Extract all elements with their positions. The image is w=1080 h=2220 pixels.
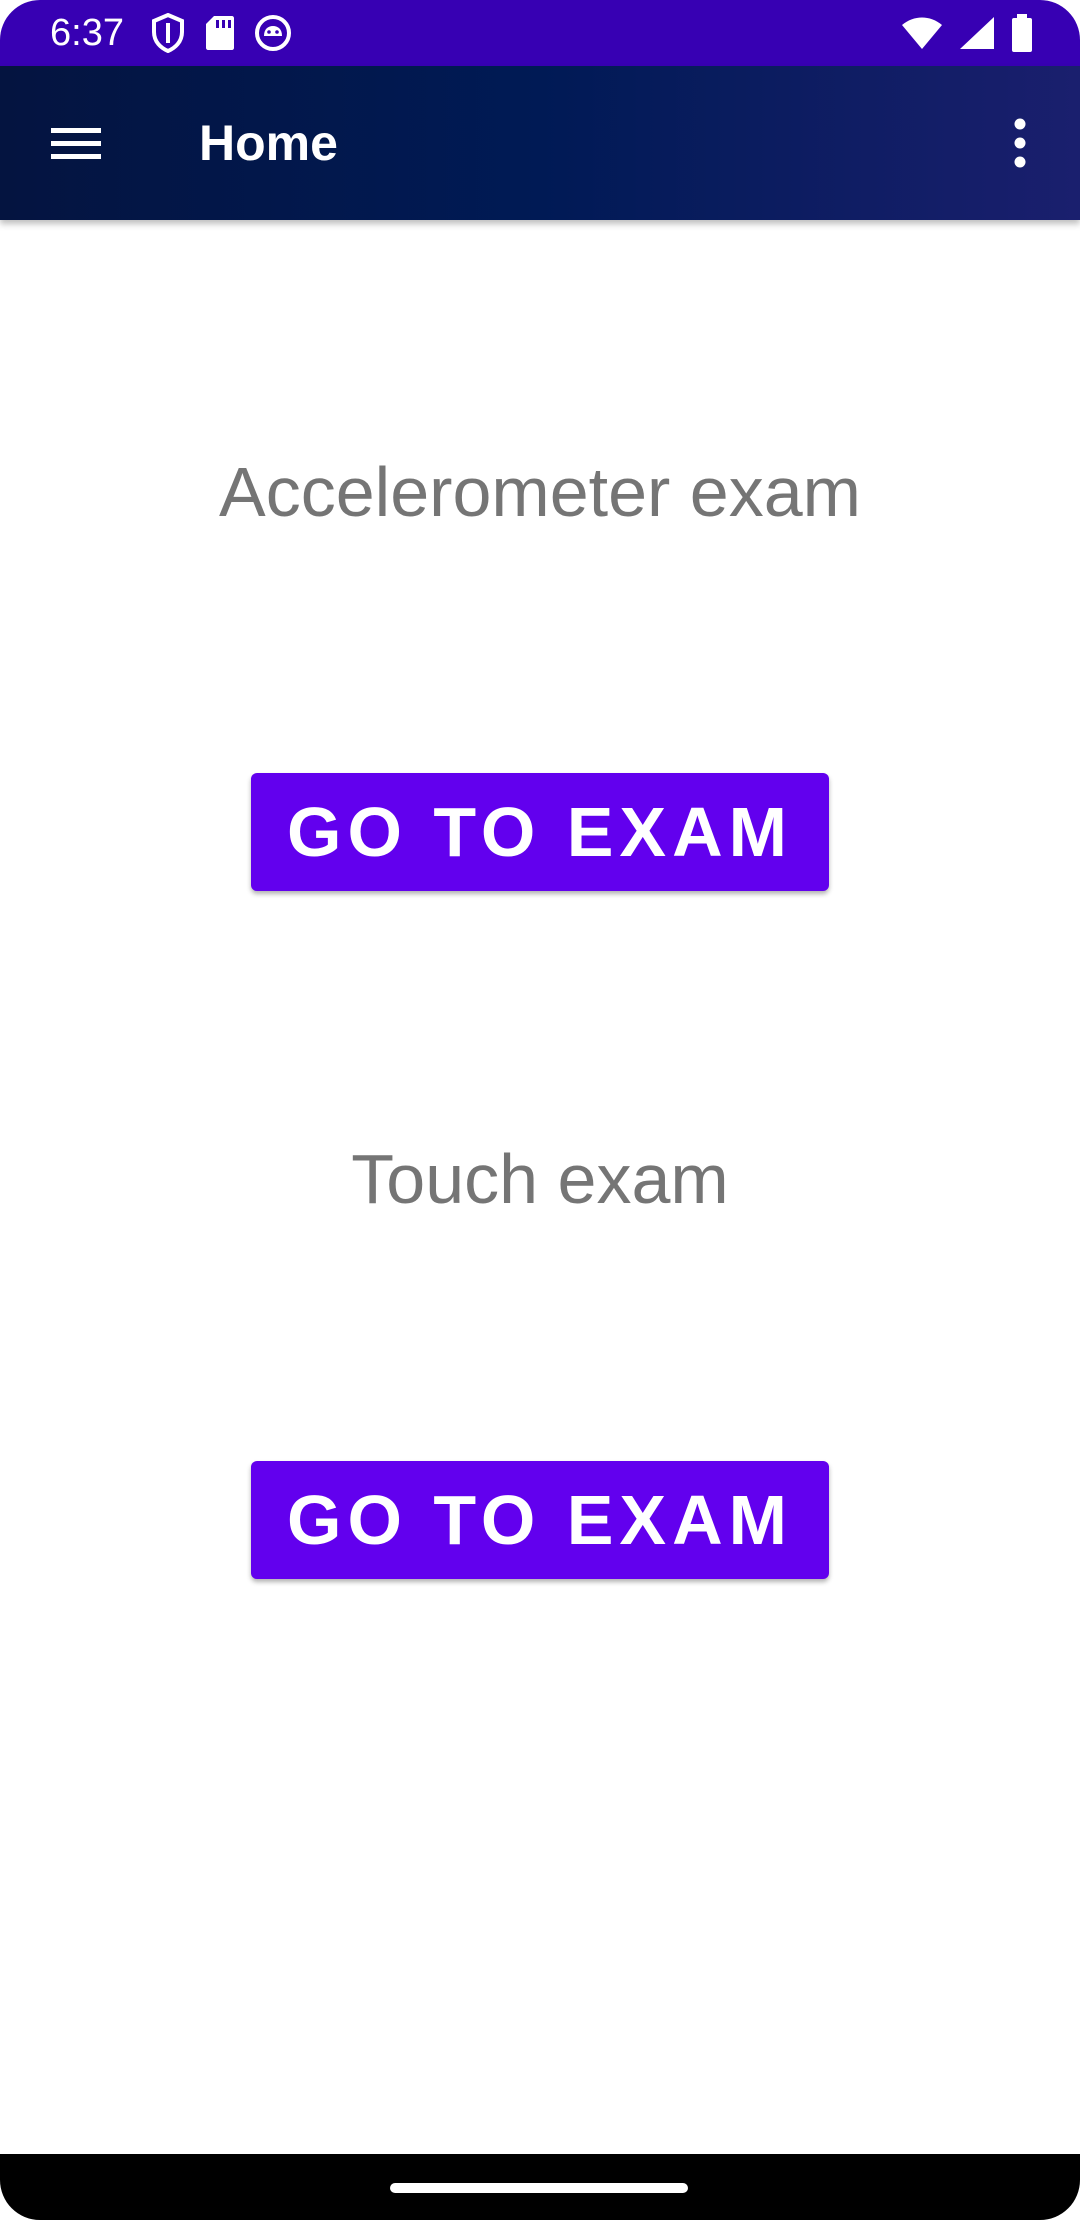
navigation-bar (0, 2154, 1080, 2220)
touch-go-to-exam-button[interactable]: GO TO EXAM (251, 1461, 829, 1579)
accelerometer-go-to-exam-button[interactable]: GO TO EXAM (251, 773, 829, 891)
status-time: 6:37 (50, 12, 124, 54)
home-screen: 6:37 Home Accelerometer exam GO TO EXAM … (0, 0, 1080, 2220)
wifi-icon (900, 15, 944, 51)
touch-exam-label: Touch exam (351, 1140, 729, 1218)
status-bar: 6:37 (0, 0, 1080, 66)
menu-button[interactable] (36, 105, 116, 185)
android-debug-icon (254, 14, 292, 52)
home-gesture-handle[interactable] (390, 2183, 688, 2193)
shield-icon (150, 13, 186, 53)
accelerometer-exam-label: Accelerometer exam (219, 453, 861, 531)
sd-card-icon (204, 14, 236, 52)
overflow-menu-button[interactable] (980, 105, 1060, 185)
status-notification-icons (150, 12, 292, 54)
more-vert-icon (1012, 118, 1028, 173)
battery-icon (1010, 13, 1034, 53)
hamburger-menu-icon (49, 123, 103, 168)
page-title: Home (199, 115, 338, 171)
app-bar: Home (0, 66, 1080, 220)
status-system-icons (900, 12, 1034, 54)
cell-signal-icon (958, 15, 996, 51)
